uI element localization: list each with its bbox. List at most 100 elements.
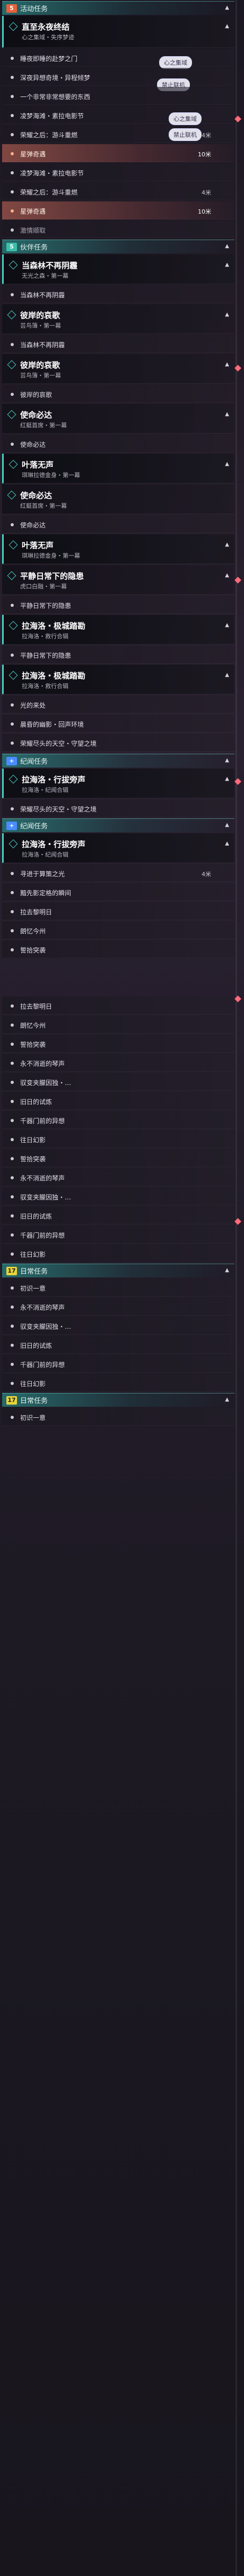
quest-step[interactable]: 千器门前的异想 bbox=[2, 1225, 234, 1243]
chevron-up-icon[interactable]: ▲ bbox=[225, 411, 229, 417]
quest-step[interactable]: 永不消逝的琴声 bbox=[2, 1168, 234, 1186]
quest-step[interactable]: 誓拾突袭 bbox=[2, 1035, 234, 1053]
step-distance: 10米 bbox=[198, 151, 211, 158]
quest-step[interactable]: 初识一意 bbox=[2, 1408, 234, 1426]
chevron-up-icon[interactable]: ▲ bbox=[225, 542, 229, 548]
chevron-up-icon[interactable]: ▲ bbox=[225, 757, 229, 763]
quest-lahailuo-echo[interactable]: 拉海洛・行拔旁声 拉海洛・纪闻合辑 ▲ bbox=[2, 769, 234, 798]
quest-step[interactable]: 誓拾突袭 bbox=[2, 940, 234, 958]
quest-step[interactable]: 激情顺取 bbox=[2, 220, 234, 237]
chevron-up-icon[interactable]: ▲ bbox=[225, 1267, 229, 1273]
quest-lament[interactable]: 彼岸的哀歌 芸鸟簿・第一幕 ▲ bbox=[2, 304, 234, 334]
chevron-up-icon[interactable]: ▲ bbox=[225, 841, 229, 846]
quest-forest[interactable]: 当森林不再阴霾 无光之森・第一幕 ▲ bbox=[2, 254, 234, 284]
chevron-up-icon[interactable]: ▲ bbox=[225, 23, 229, 29]
quest-title: 拉海洛・行拔旁声 bbox=[22, 840, 86, 849]
quest-step[interactable]: 千器门前的异想 bbox=[2, 1111, 234, 1129]
legend-quest-icon: + bbox=[6, 821, 17, 830]
quest-step[interactable]: 驭变夹朦因独・… bbox=[2, 1073, 234, 1091]
chevron-up-icon[interactable]: ▲ bbox=[225, 312, 229, 317]
quest-step[interactable]: 使命必达 bbox=[2, 435, 234, 453]
chevron-up-icon[interactable]: ▲ bbox=[225, 572, 229, 578]
quest-step[interactable]: 誓拾突袭 bbox=[2, 1149, 234, 1167]
quest-step[interactable]: 平静日常下的隐患 bbox=[2, 596, 234, 614]
step-dot-icon bbox=[11, 1157, 14, 1160]
quest-step[interactable]: 晨昏的幽影・回声环境 bbox=[2, 714, 234, 733]
step-dot-icon bbox=[11, 1286, 14, 1290]
quest-must-reach[interactable]: 使命必达 红蜓首席・第一幕 ▲ bbox=[2, 404, 234, 434]
chevron-up-icon[interactable]: ▲ bbox=[225, 243, 229, 249]
quest-step[interactable]: 使命必达 bbox=[2, 515, 234, 533]
chevron-up-icon[interactable]: ▲ bbox=[225, 262, 229, 268]
section-daily[interactable]: 17 日常任务 ▲ bbox=[2, 1264, 234, 1277]
quest-step[interactable]: 一个非常非常想要的东西 bbox=[2, 87, 234, 105]
quest-step[interactable]: 当森林不再阴霾 bbox=[2, 285, 234, 303]
quest-step[interactable]: 往日幻影 bbox=[2, 1374, 234, 1392]
quest-step[interactable]: 荣耀之后：游斗重燃 4米 bbox=[2, 182, 234, 200]
quest-lament[interactable]: 彼岸的哀歌 芸鸟簿・第一幕 ▲ bbox=[2, 354, 234, 384]
quest-step[interactable]: 初识一意 bbox=[2, 1278, 234, 1296]
step-label: 往日幻影 bbox=[20, 1136, 46, 1144]
section-companion[interactable]: 5 伙伴任务 ▲ bbox=[2, 240, 234, 253]
step-dot-icon bbox=[11, 293, 14, 296]
quest-lahailuo-echo[interactable]: 拉海洛・行拔旁声 拉海洛・纪闻合辑 ▲ bbox=[2, 833, 234, 863]
quest-step[interactable]: 凌梦海滩・素拉电影节 bbox=[2, 163, 234, 181]
quest-step[interactable]: 旧日的试炼 bbox=[2, 1336, 234, 1354]
quest-step[interactable]: 光的来处 bbox=[2, 695, 234, 713]
chevron-up-icon[interactable]: ▲ bbox=[225, 461, 229, 467]
chevron-up-icon[interactable]: ▲ bbox=[225, 822, 229, 828]
step-dot-icon bbox=[11, 910, 14, 913]
quest-leaf[interactable]: 叶落无声 琪琳拉德金身・第一幕 ▲ bbox=[2, 534, 234, 564]
quest-step[interactable]: 朗忆今州 bbox=[2, 1016, 234, 1034]
quest-must-reach[interactable]: 使命必达 红蜓首席・第一幕 bbox=[2, 484, 234, 514]
section-daily[interactable]: 17 日常任务 ▲ bbox=[2, 1393, 234, 1407]
chevron-up-icon[interactable]: ▲ bbox=[225, 672, 229, 678]
quest-lahailuo-defense[interactable]: 拉海洛・极城踏勘 拉海洛・救行合辑 ▲ bbox=[2, 615, 234, 645]
quest-subtitle: 琪琳拉德金身・第一幕 bbox=[22, 472, 80, 479]
scrollbar-track[interactable] bbox=[236, 0, 237, 2576]
quest-step[interactable]: 深夜异想奇境・异程倾梦 bbox=[2, 68, 234, 86]
chevron-up-icon[interactable]: ▲ bbox=[225, 622, 229, 628]
section-legend[interactable]: + 纪闻任务 ▲ bbox=[2, 754, 234, 767]
quest-step[interactable]: 寻进于算策之光 4米 bbox=[2, 864, 234, 882]
quest-step[interactable]: 旧日的试炼 bbox=[2, 1206, 234, 1224]
quest-subtitle: 拉海洛・纪闻合辑 bbox=[22, 787, 68, 793]
quest-step[interactable]: 拉去黎明日 bbox=[2, 902, 234, 920]
quest-leaf[interactable]: 叶落无声 琪琳拉德金身・第一幕 ▲ bbox=[2, 454, 234, 483]
quest-step[interactable]: 驭变夹朦因独・… bbox=[2, 1187, 234, 1205]
quest-step[interactable]: 朗忆今州 bbox=[2, 921, 234, 939]
section-legend[interactable]: + 纪闻任务 ▲ bbox=[2, 818, 234, 832]
chevron-up-icon[interactable]: ▲ bbox=[225, 361, 229, 367]
quest-dream-end[interactable]: 直至永夜终结 心之集域・失序梦迹 ▲ bbox=[2, 16, 234, 48]
quest-step[interactable]: 黯先影定格的瞬间 bbox=[2, 883, 234, 901]
section-activity[interactable]: 5 活动任务 ▲ bbox=[2, 1, 234, 15]
step-label: 凌梦海滩・素拉电影节 bbox=[20, 170, 84, 177]
quest-step[interactable]: 荣耀尽头的天空・守望之境 bbox=[2, 734, 234, 752]
chevron-up-icon[interactable]: ▲ bbox=[225, 1397, 229, 1402]
quest-step[interactable]: 拉去黎明日 bbox=[2, 996, 234, 1014]
chevron-up-icon[interactable]: ▲ bbox=[225, 5, 229, 11]
quest-subtitle: 红蜓首席・第一幕 bbox=[20, 422, 67, 429]
section-label: 纪闻任务 bbox=[20, 823, 48, 831]
quest-step[interactable]: 往日幻影 bbox=[2, 1130, 234, 1148]
quest-step[interactable]: 荣耀尽头的天空・守望之境 bbox=[2, 799, 234, 817]
quest-step[interactable]: 睡夜即睡的赴梦之门 bbox=[2, 49, 234, 67]
quest-step[interactable]: 永不消逝的琴声 bbox=[2, 1054, 234, 1072]
quest-step[interactable]: 往日幻影 bbox=[2, 1245, 234, 1263]
step-label: 光的来处 bbox=[20, 702, 46, 709]
step-label: 旧日的试炼 bbox=[20, 1213, 53, 1220]
quest-step-highlighted[interactable]: 星弹奇遇 10米 bbox=[2, 201, 234, 219]
quest-step-highlighted[interactable]: 星弹奇遇 10米 bbox=[2, 144, 234, 162]
step-dot-icon bbox=[11, 1119, 14, 1122]
quest-calm-hidden[interactable]: 平静日常下的隐患 虎口白融・第一幕 ▲ bbox=[2, 565, 234, 595]
quest-step[interactable]: 当森林不再阴霾 bbox=[2, 335, 234, 353]
quest-step[interactable]: 驭变夹朦因独・… bbox=[2, 1317, 234, 1335]
step-label: 平静日常下的隐患 bbox=[20, 602, 72, 610]
quest-lahailuo-defense[interactable]: 拉海洛・极城踏勘 拉海洛・救行合辑 ▲ bbox=[2, 665, 234, 694]
quest-step[interactable]: 平静日常下的隐患 bbox=[2, 646, 234, 664]
chevron-up-icon[interactable]: ▲ bbox=[225, 776, 229, 782]
quest-step[interactable]: 彼岸的哀歌 bbox=[2, 385, 234, 403]
quest-step[interactable]: 永不消逝的琴声 bbox=[2, 1298, 234, 1316]
quest-step[interactable]: 旧日的试炼 bbox=[2, 1092, 234, 1110]
quest-step[interactable]: 千器门前的异想 bbox=[2, 1355, 234, 1373]
